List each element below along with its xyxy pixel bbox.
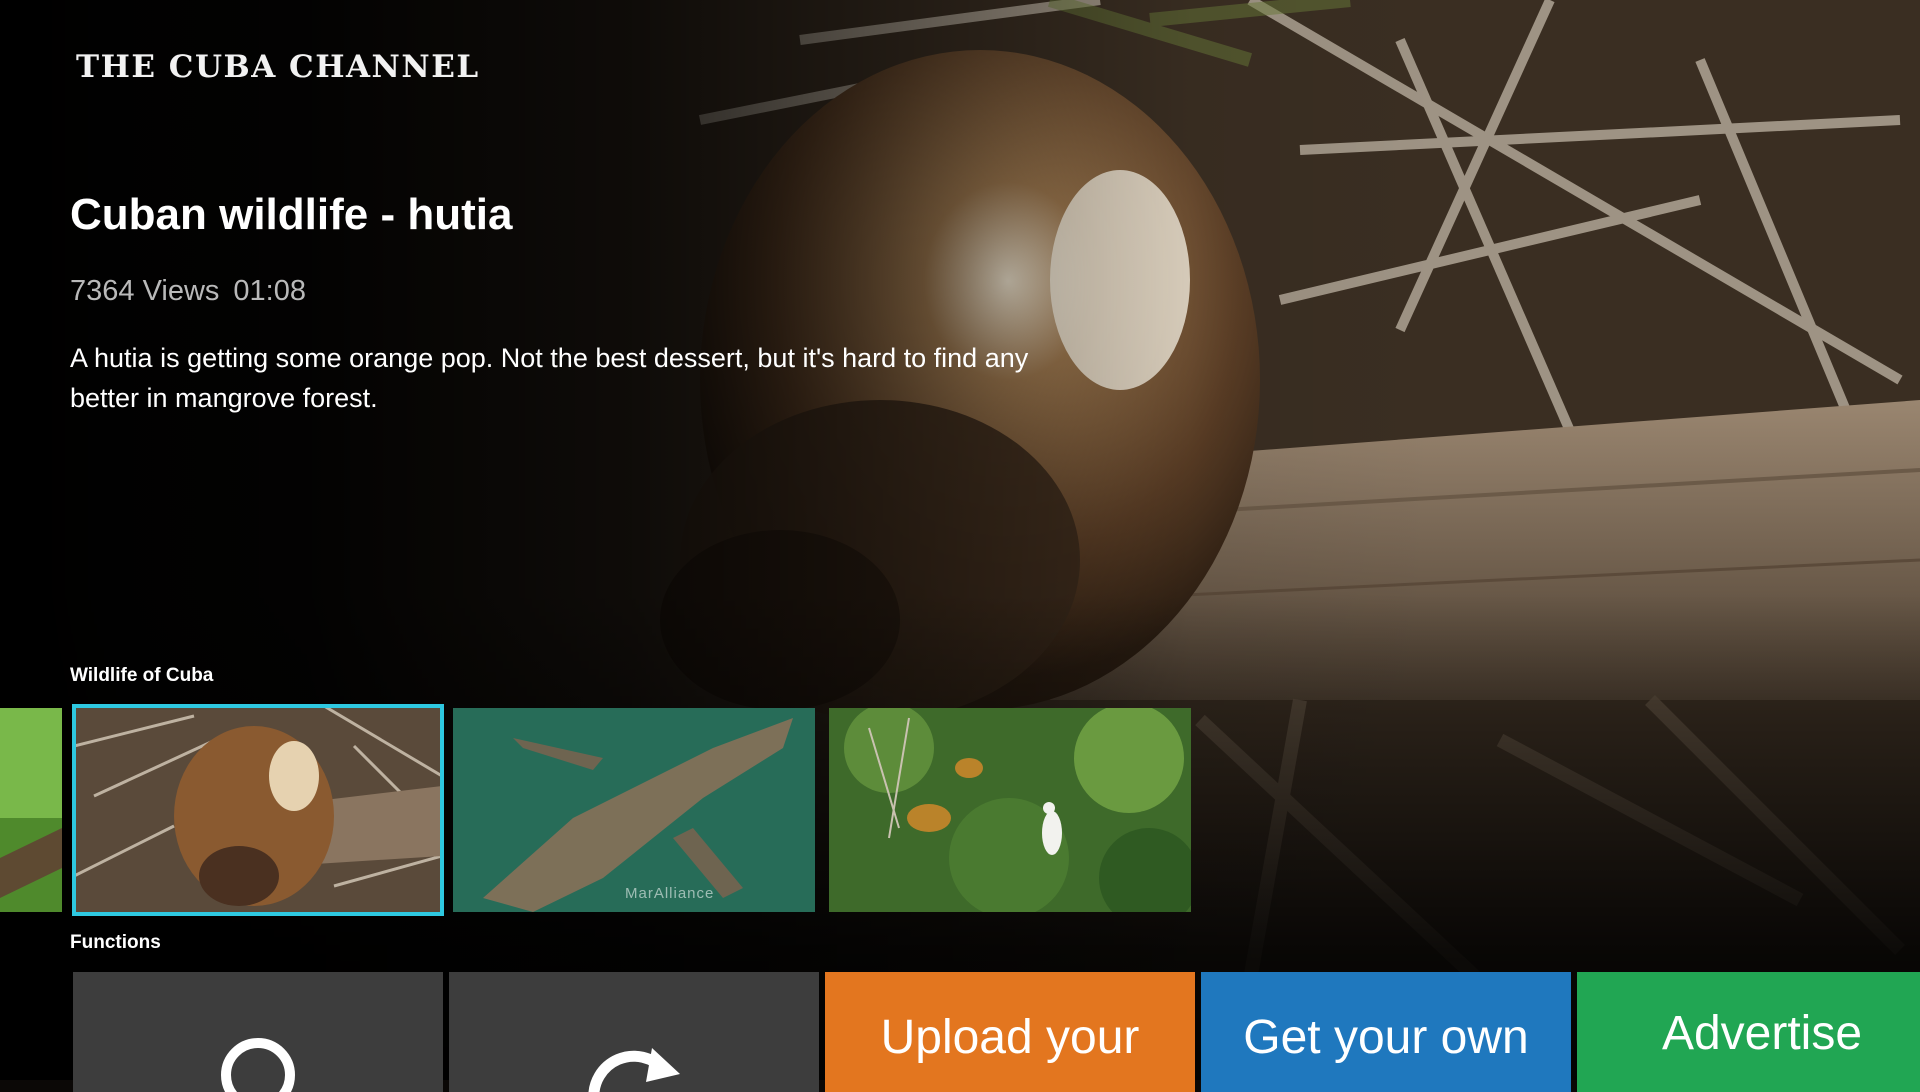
search-icon [221,1038,295,1092]
duration: 01:08 [233,275,306,307]
video-thumbnail-egret[interactable] [829,708,1191,912]
featured-description: A hutia is getting some orange pop. Not … [70,343,1029,413]
thumbnail-watermark: MarAlliance [625,885,715,902]
advertise-label: Advertise [1661,1007,1863,1060]
thumbnail-image [0,708,62,912]
video-thumbnail-partial[interactable] [0,708,62,912]
video-thumbnail-hutia[interactable] [72,704,444,916]
upload-video-button[interactable]: Upload your [825,972,1195,1092]
hero-background [0,0,1920,1080]
get-channel-button[interactable]: Get your own [1201,972,1571,1092]
thumbnail-image [453,708,815,912]
row-title-functions: Functions [70,932,161,953]
channel-logo: THE CUBA CHANNEL [76,49,480,85]
thumbnail-image [829,708,1191,912]
featured-title: Cuban wildlife - hutia [70,190,513,239]
row-title-wildlife: Wildlife of Cuba [70,665,214,686]
thumbnail-image [74,706,442,914]
refresh-icon [588,1048,680,1092]
view-count: 7364 Views [70,275,220,307]
search-button[interactable] [73,972,443,1092]
advertise-button[interactable]: Advertise [1577,972,1920,1092]
hero-gradient-overlay [0,0,1920,1080]
featured-meta: 7364 Views 01:08 [70,275,306,308]
refresh-button[interactable] [449,972,819,1092]
video-thumbnail-crocodile[interactable]: MarAlliance [453,708,815,912]
